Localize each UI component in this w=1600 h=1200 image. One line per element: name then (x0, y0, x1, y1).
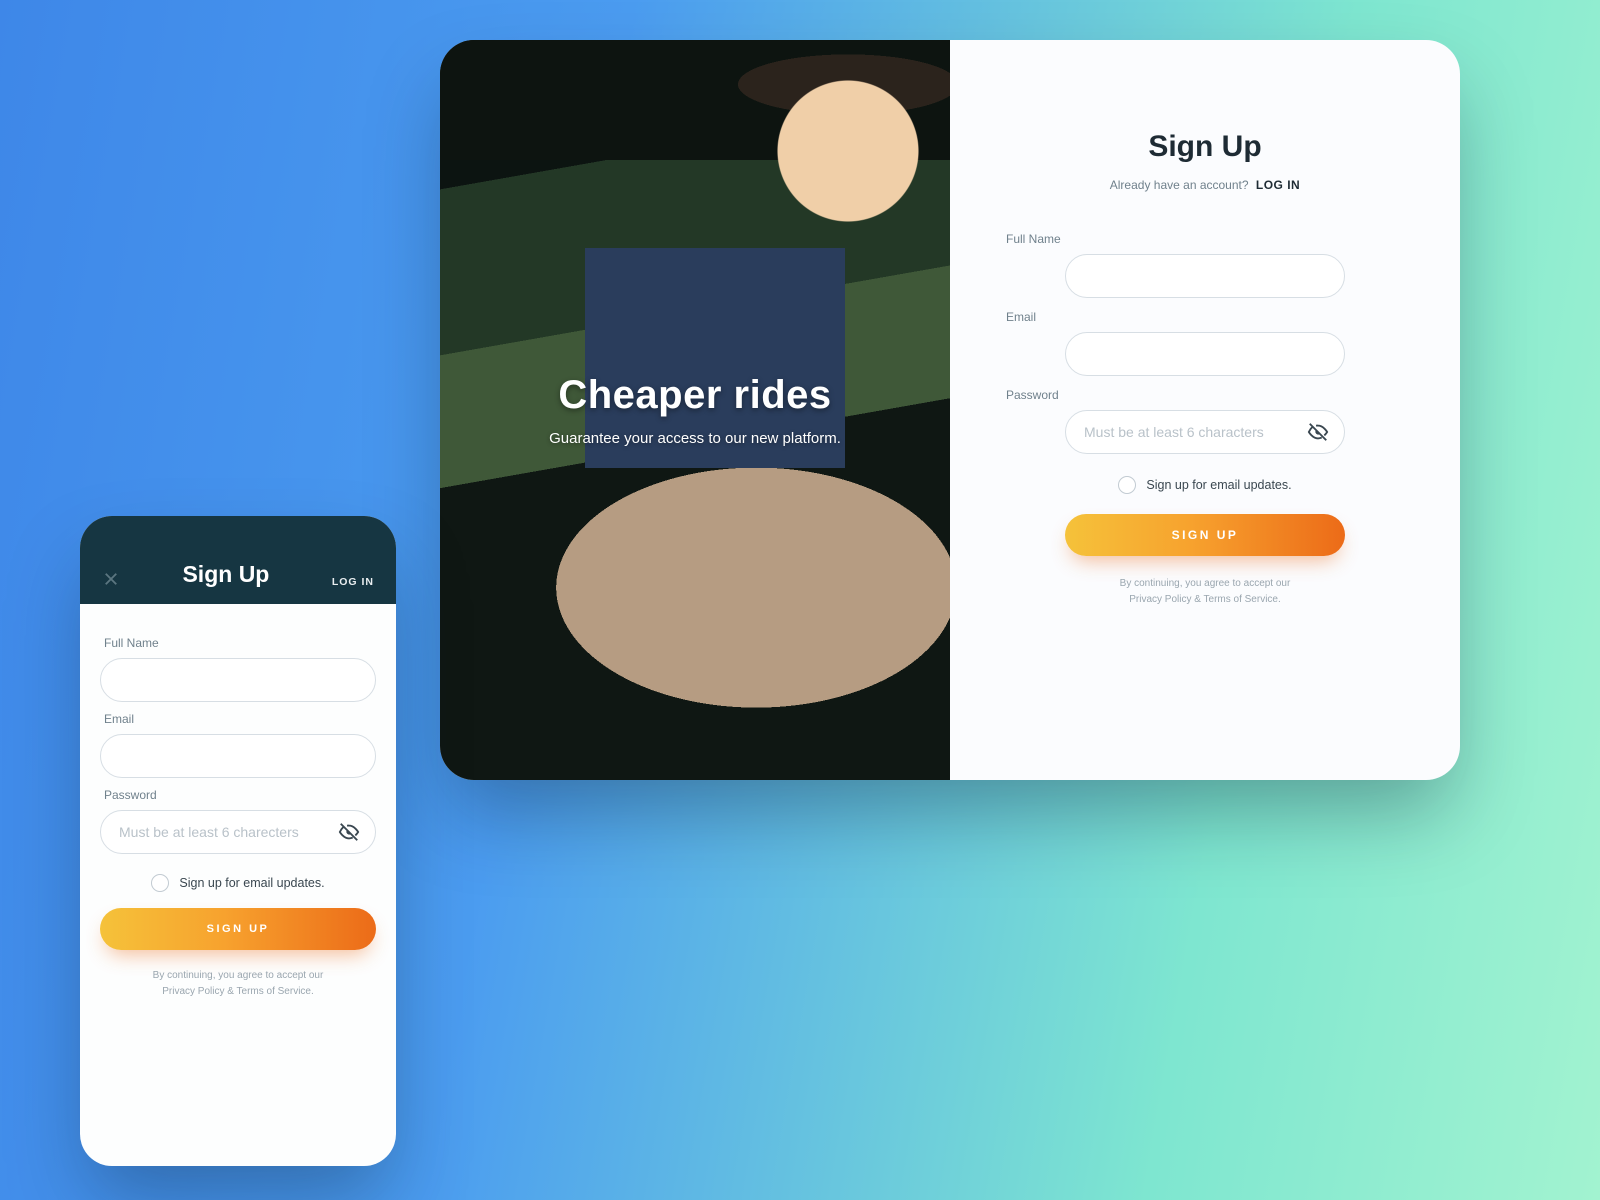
fullname-input[interactable] (1065, 254, 1345, 298)
signup-title: Sign Up (1148, 130, 1261, 164)
mobile-signup-title: Sign Up (182, 561, 269, 588)
login-link[interactable]: LOG IN (1256, 178, 1300, 192)
mobile-signup-card: Sign Up LOG IN Full Name Email Password … (80, 516, 396, 1166)
mobile-form-body: Full Name Email Password Sign up for ema… (80, 604, 396, 1166)
legal-line-1: By continuing, you agree to accept our (1120, 578, 1291, 589)
password-label: Password (1006, 388, 1286, 402)
mobile-password-row (100, 810, 376, 854)
email-label: Email (1006, 310, 1286, 324)
signup-form-pane: Sign Up Already have an account? LOG IN … (950, 40, 1460, 780)
mobile-password-input[interactable] (100, 810, 376, 854)
password-row (1065, 410, 1345, 454)
mobile-email-optin-checkbox[interactable] (151, 874, 169, 892)
mobile-email-optin-row: Sign up for email updates. (151, 874, 324, 892)
desktop-signup-card: Cheaper rides Guarantee your access to o… (440, 40, 1460, 780)
mobile-header: Sign Up LOG IN (80, 516, 396, 604)
password-input[interactable] (1065, 410, 1345, 454)
mobile-email-label: Email (104, 712, 134, 726)
mobile-login-link[interactable]: LOG IN (332, 576, 374, 588)
mobile-fullname-input[interactable] (100, 658, 376, 702)
mobile-fullname-label: Full Name (104, 636, 159, 650)
mobile-eye-off-icon[interactable] (338, 821, 360, 843)
email-optin-row: Sign up for email updates. (1118, 476, 1291, 494)
mobile-signup-button[interactable]: SIGN UP (100, 908, 376, 950)
hero-title: Cheaper rides (558, 373, 831, 418)
email-optin-label: Sign up for email updates. (1146, 478, 1291, 492)
legal-line-2: Privacy Policy & Terms of Service. (1129, 594, 1281, 605)
mobile-legal-line-2: Privacy Policy & Terms of Service. (162, 986, 314, 997)
mobile-email-input[interactable] (100, 734, 376, 778)
hero-subtitle: Guarantee your access to our new platfor… (549, 430, 841, 447)
mobile-email-optin-label: Sign up for email updates. (179, 876, 324, 890)
signup-button[interactable]: SIGN UP (1065, 514, 1345, 556)
mobile-password-label: Password (104, 788, 157, 802)
mobile-legal-line-1: By continuing, you agree to accept our (153, 970, 324, 981)
hero-panel: Cheaper rides Guarantee your access to o… (440, 40, 950, 780)
login-prompt: Already have an account? LOG IN (1110, 178, 1300, 192)
mobile-legal-text: By continuing, you agree to accept our P… (133, 968, 343, 1000)
already-have-account-text: Already have an account? (1110, 178, 1249, 192)
email-input[interactable] (1065, 332, 1345, 376)
eye-off-icon[interactable] (1307, 421, 1329, 443)
fullname-label: Full Name (1006, 232, 1286, 246)
close-icon[interactable] (102, 570, 120, 588)
legal-text: By continuing, you agree to accept our P… (1085, 576, 1325, 608)
email-optin-checkbox[interactable] (1118, 476, 1136, 494)
